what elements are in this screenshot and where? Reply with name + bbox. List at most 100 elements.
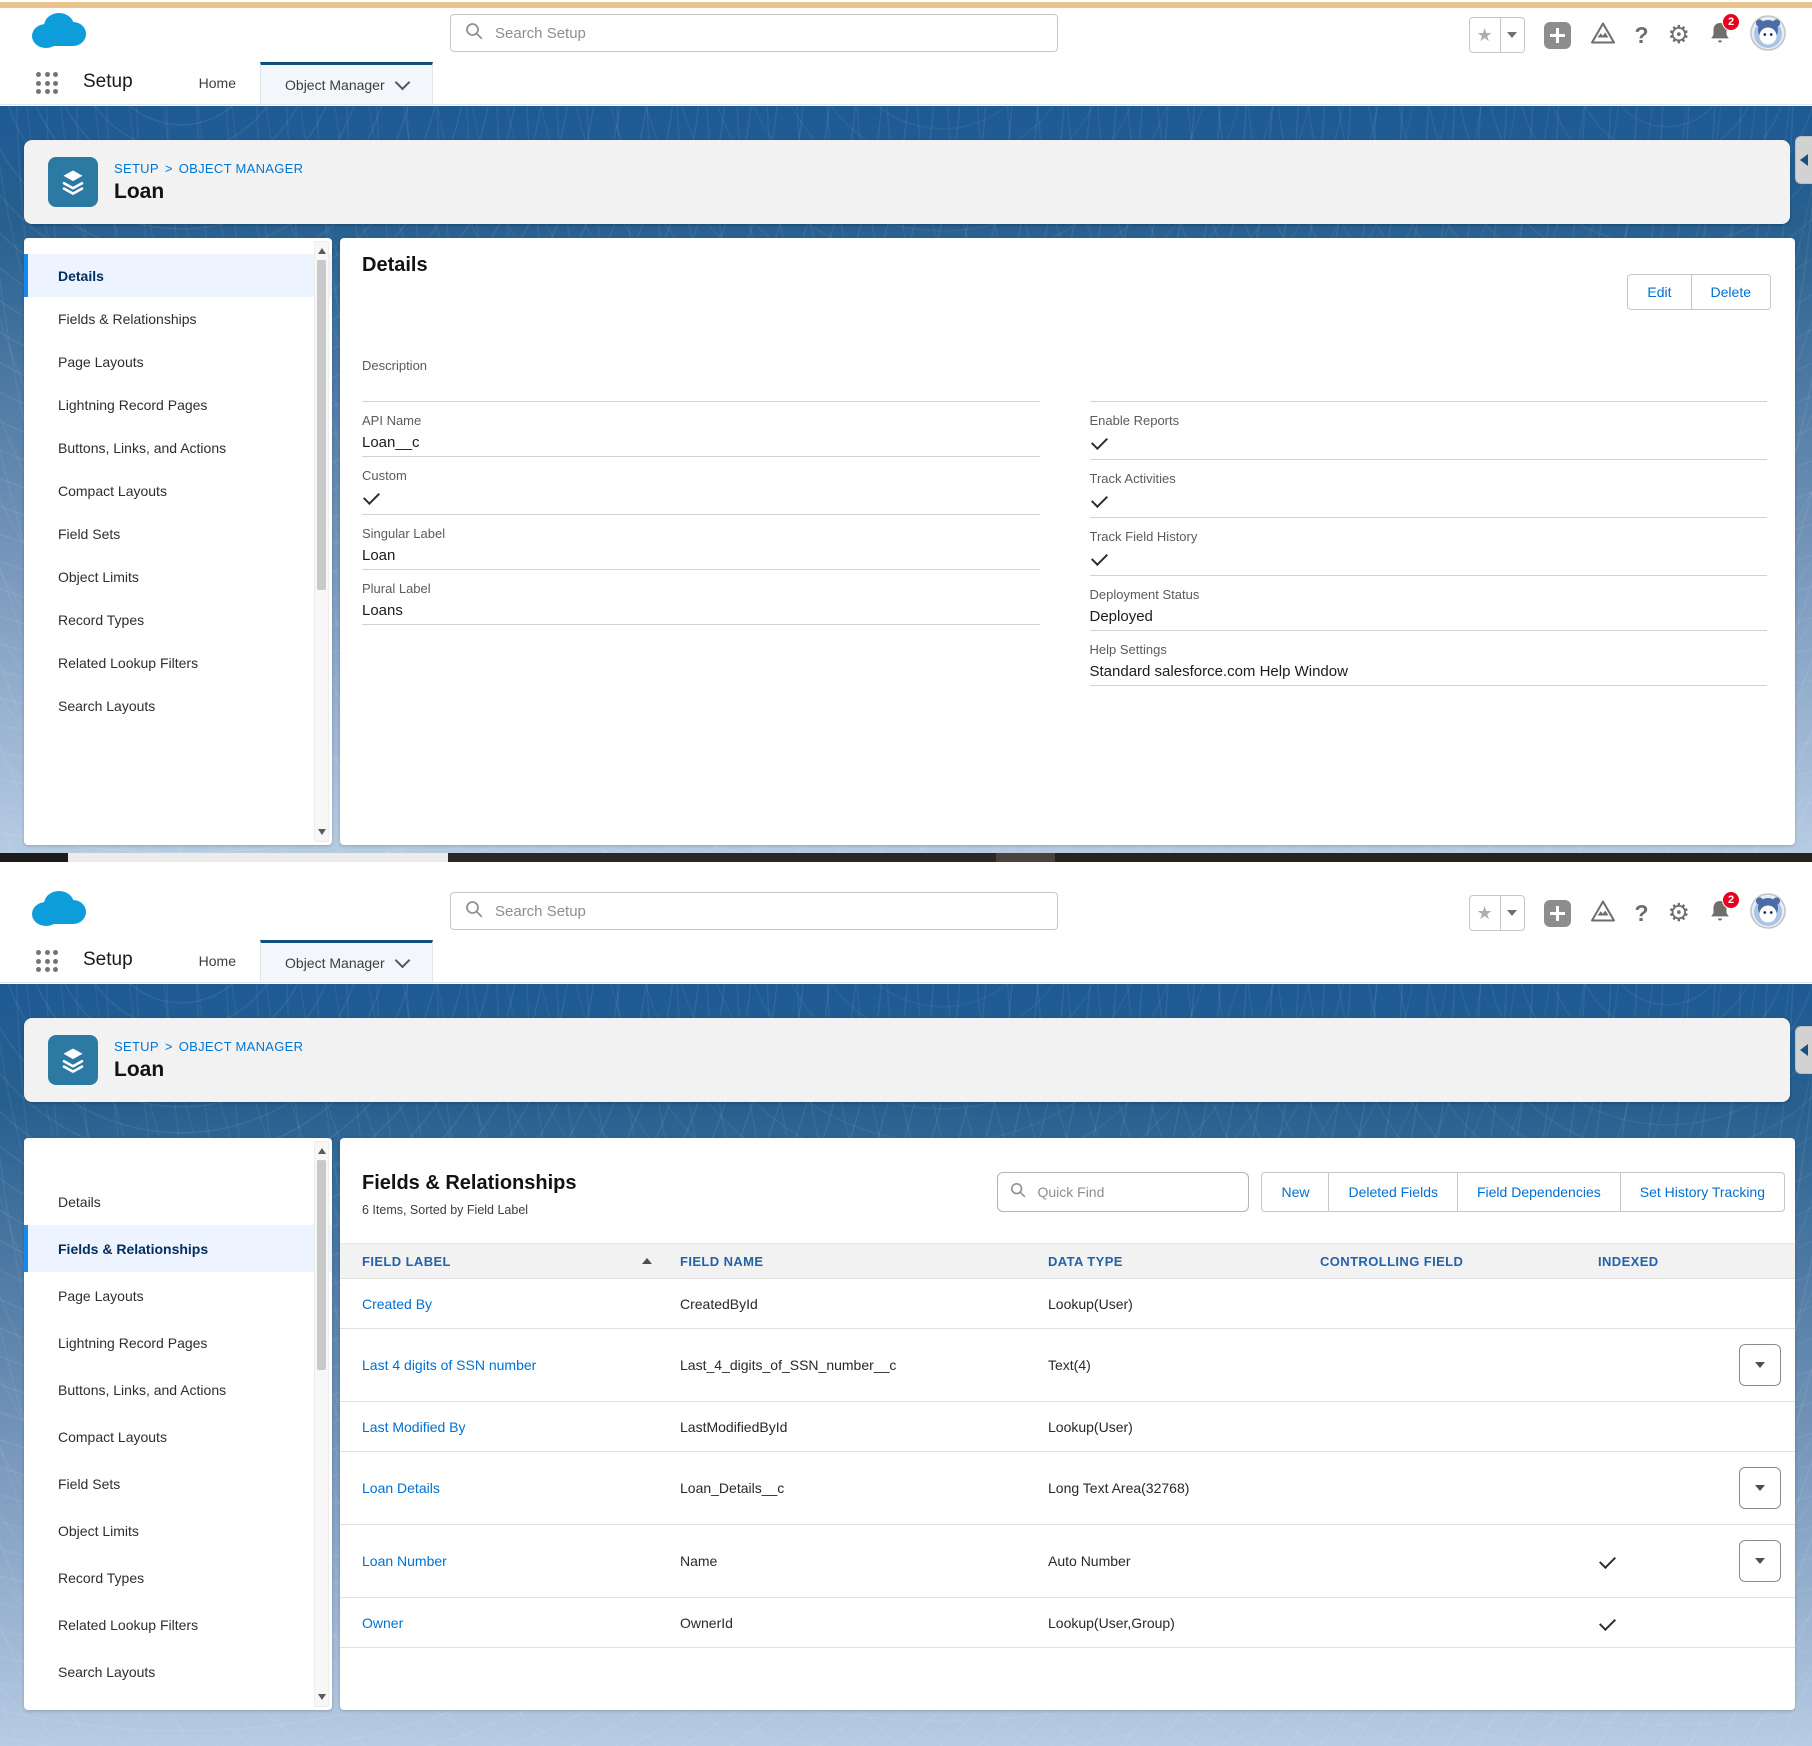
salesforce-logo-icon	[26, 8, 92, 59]
utility-bar: ★ ? ⚙ 2	[1469, 894, 1786, 932]
setup-gear-icon[interactable]: ⚙	[1668, 901, 1690, 926]
sort-asc-icon	[642, 1258, 652, 1264]
user-avatar[interactable]	[1750, 15, 1786, 56]
field-link[interactable]: Created By	[362, 1296, 432, 1312]
row-actions-menu-button[interactable]	[1739, 1344, 1781, 1386]
breadcrumb-setup-link[interactable]: SETUP	[114, 161, 159, 176]
breadcrumb-object-manager-link[interactable]: OBJECT MANAGER	[179, 1039, 304, 1054]
notification-count-badge: 2	[1722, 891, 1740, 909]
sidebar-item-object-limits[interactable]: Object Limits	[24, 1507, 332, 1554]
sidebar-item-details[interactable]: Details	[24, 254, 332, 297]
row-actions-menu-button[interactable]	[1739, 1467, 1781, 1509]
sidebar-item-search-layouts[interactable]: Search Layouts	[24, 684, 332, 727]
sidebar-item-buttons-links-actions[interactable]: Buttons, Links, and Actions	[24, 1366, 332, 1413]
scroll-up-arrow-icon[interactable]	[315, 1143, 328, 1159]
table-row-last-modified-by: Last Modified By LastModifiedById Lookup…	[340, 1402, 1795, 1452]
column-field-name[interactable]: FIELD NAME	[680, 1254, 1048, 1269]
tab-home[interactable]: Home	[175, 62, 260, 104]
row-actions-menu-button[interactable]	[1739, 1540, 1781, 1582]
field-link[interactable]: Last Modified By	[362, 1419, 466, 1435]
global-search-box	[450, 892, 1058, 930]
collapse-panel-tab[interactable]	[1795, 1026, 1812, 1074]
notifications-bell-icon[interactable]: 2	[1709, 21, 1731, 50]
sidebar-item-lightning-record-pages[interactable]: Lightning Record Pages	[24, 1319, 332, 1366]
sidebar-item-details[interactable]: Details	[24, 1178, 332, 1225]
scroll-up-arrow-icon[interactable]	[315, 243, 328, 259]
favorite-star-icon[interactable]: ★	[1470, 896, 1501, 930]
field-link[interactable]: Last 4 digits of SSN number	[362, 1357, 536, 1373]
column-controlling-field[interactable]: CONTROLLING FIELD	[1320, 1254, 1598, 1269]
setup-gear-icon[interactable]: ⚙	[1668, 23, 1690, 48]
edit-button[interactable]: Edit	[1627, 274, 1691, 310]
tab-home[interactable]: Home	[175, 940, 260, 982]
app-launcher-icon[interactable]	[36, 72, 59, 95]
sidebar-item-compact-layouts[interactable]: Compact Layouts	[24, 469, 332, 512]
new-field-button[interactable]: New	[1261, 1172, 1329, 1212]
field-link[interactable]: Owner	[362, 1615, 403, 1631]
field-empty	[1090, 356, 1768, 402]
user-avatar[interactable]	[1750, 893, 1786, 934]
collapse-panel-tab[interactable]	[1795, 136, 1812, 184]
checkmark-icon	[1091, 549, 1108, 566]
quick-create-icon[interactable]	[1544, 900, 1571, 927]
page-title: Loan	[114, 1058, 303, 1082]
field-help-settings: Help Settings Standard salesforce.com He…	[1090, 640, 1768, 686]
sidebar-item-field-sets[interactable]: Field Sets	[24, 1460, 332, 1507]
global-header: ★ ? ⚙ 2	[0, 886, 1812, 940]
favorites-dropdown-icon[interactable]	[1501, 896, 1524, 930]
delete-button[interactable]: Delete	[1692, 274, 1771, 310]
column-data-type[interactable]: DATA TYPE	[1048, 1254, 1320, 1269]
arrow-left-icon	[1800, 1044, 1808, 1056]
app-launcher-icon[interactable]	[36, 950, 59, 973]
sidebar-item-page-layouts[interactable]: Page Layouts	[24, 1272, 332, 1319]
sidebar-item-fields-relationships[interactable]: Fields & Relationships	[24, 1225, 332, 1272]
help-icon[interactable]: ?	[1635, 22, 1649, 49]
guidance-center-icon[interactable]	[1590, 21, 1616, 50]
favorite-star-icon[interactable]: ★	[1470, 18, 1501, 52]
indexed-check-icon	[1599, 1552, 1616, 1569]
scroll-down-arrow-icon[interactable]	[315, 1689, 328, 1705]
sidebar-item-object-limits[interactable]: Object Limits	[24, 555, 332, 598]
fields-panel-actions: New Deleted Fields Field Dependencies Se…	[997, 1172, 1785, 1212]
sidebar-item-page-layouts[interactable]: Page Layouts	[24, 340, 332, 383]
sidebar-item-related-lookup-filters[interactable]: Related Lookup Filters	[24, 641, 332, 684]
table-row-owner: Owner OwnerId Lookup(User,Group)	[340, 1598, 1795, 1648]
set-history-tracking-button[interactable]: Set History Tracking	[1621, 1172, 1785, 1212]
sidebar-item-field-sets[interactable]: Field Sets	[24, 512, 332, 555]
quick-find-box	[997, 1172, 1249, 1212]
sidebar-item-buttons-links-actions[interactable]: Buttons, Links, and Actions	[24, 426, 332, 469]
field-link[interactable]: Loan Number	[362, 1553, 447, 1569]
sidebar-item-fields-relationships[interactable]: Fields & Relationships	[24, 297, 332, 340]
notifications-bell-icon[interactable]: 2	[1709, 899, 1731, 928]
field-custom: Custom	[362, 466, 1040, 515]
scrollbar-thumb[interactable]	[317, 1160, 326, 1370]
column-field-label[interactable]: FIELD LABEL	[362, 1254, 680, 1269]
sidebar-item-compact-layouts[interactable]: Compact Layouts	[24, 1413, 332, 1460]
favorites-control: ★	[1469, 17, 1525, 53]
tab-object-manager[interactable]: Object Manager	[260, 62, 433, 104]
checkmark-icon	[1091, 433, 1108, 450]
sidebar-item-record-types[interactable]: Record Types	[24, 1554, 332, 1601]
scroll-down-arrow-icon[interactable]	[315, 824, 328, 840]
field-dependencies-button[interactable]: Field Dependencies	[1458, 1172, 1621, 1212]
breadcrumb-setup-link[interactable]: SETUP	[114, 1039, 159, 1054]
help-icon[interactable]: ?	[1635, 900, 1649, 927]
sidebar-item-search-layouts[interactable]: Search Layouts	[24, 1648, 332, 1695]
quick-find-input[interactable]	[1035, 1183, 1236, 1201]
favorites-dropdown-icon[interactable]	[1501, 18, 1524, 52]
sidebar-item-lightning-record-pages[interactable]: Lightning Record Pages	[24, 383, 332, 426]
setup-search-input[interactable]	[493, 24, 1043, 43]
tab-object-manager[interactable]: Object Manager	[260, 940, 433, 982]
object-manager-sidebar: Details Fields & Relationships Page Layo…	[24, 238, 332, 845]
guidance-center-icon[interactable]	[1590, 899, 1616, 928]
sidebar-item-related-lookup-filters[interactable]: Related Lookup Filters	[24, 1601, 332, 1648]
screenshot-fields-relationships: ★ ? ⚙ 2 Setup Home	[0, 880, 1812, 1746]
breadcrumb-object-manager-link[interactable]: OBJECT MANAGER	[179, 161, 304, 176]
quick-create-icon[interactable]	[1544, 22, 1571, 49]
sidebar-item-record-types[interactable]: Record Types	[24, 598, 332, 641]
column-indexed[interactable]: INDEXED	[1598, 1254, 1738, 1269]
field-link[interactable]: Loan Details	[362, 1480, 440, 1496]
setup-search-input[interactable]	[493, 902, 1043, 921]
deleted-fields-button[interactable]: Deleted Fields	[1329, 1172, 1458, 1212]
scrollbar-thumb[interactable]	[317, 260, 326, 590]
